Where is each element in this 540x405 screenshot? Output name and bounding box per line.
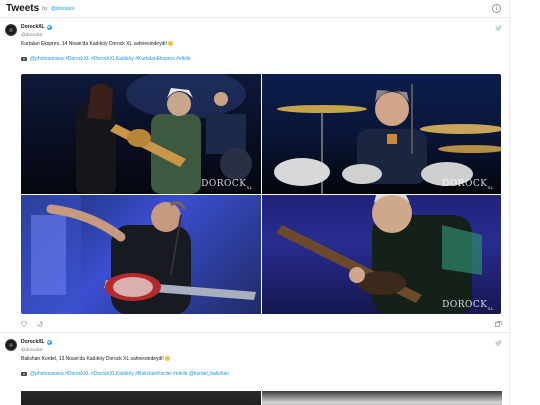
photo-bassist[interactable]: DOROCKXL (262, 195, 501, 314)
photo-watermark: DOROCKXL (201, 179, 253, 190)
tweet-text-content: Kurtalan Ekspres, 14 Nisan'da Kadıköy Do… (21, 41, 167, 47)
camera-icon (21, 57, 27, 61)
author-handle[interactable]: @dorockxl (21, 32, 52, 37)
watermark-text: DOROCK (442, 300, 488, 311)
avatar[interactable] (5, 24, 17, 36)
emoji-icon (164, 356, 170, 361)
twitter-bird-icon[interactable] (495, 25, 502, 31)
watermark-sub: XL (246, 185, 253, 190)
twitter-timeline-widget: Tweets by @dorockxl i DorockXL @dorockxl… (0, 0, 510, 405)
author-name[interactable]: DorockXL (21, 339, 45, 345)
timeline-title: Tweets (6, 3, 40, 14)
info-icon[interactable]: i (492, 4, 501, 13)
tweet-actions (21, 321, 43, 327)
photo-watermark: DOROCKXL (442, 179, 494, 190)
photo-singer-guitar[interactable] (21, 195, 261, 314)
timeline-by: by @dorockxl (42, 6, 74, 12)
photo-performer-bw[interactable] (262, 391, 502, 405)
photo-singer-illustration (21, 195, 256, 314)
tweet-author[interactable]: DorockXL @dorockxl (21, 24, 52, 37)
twitter-bird-icon[interactable] (495, 340, 502, 346)
like-icon[interactable] (21, 321, 27, 327)
author-name[interactable]: DorockXL (21, 24, 45, 30)
photo-drummer-illustration (274, 84, 501, 194)
photo-guitarists-stage[interactable]: DOROCKXL (21, 74, 261, 194)
photo-performer-dark[interactable] (21, 391, 261, 405)
image-stack-icon[interactable] (495, 321, 502, 327)
tweet-hashtags[interactable]: @photosunsea #DorockXL #DorockXLKadıköy … (30, 56, 191, 62)
tweet-hashtags[interactable]: @photosunsea #DorockXL #DorockXLKadıköy … (30, 371, 229, 377)
camera-icon (21, 372, 27, 376)
watermark-text: DOROCK (442, 179, 488, 190)
tweet-author[interactable]: DorockXL @dorockxl (21, 339, 52, 352)
media-grid[interactable] (21, 391, 502, 405)
photo-drummer[interactable]: DOROCKXL (262, 74, 501, 194)
tweet-links: @photosunsea #DorockXL #DorockXLKadıköy … (21, 371, 229, 377)
author-handle[interactable]: @dorockxl (21, 347, 52, 352)
tweet-links: @photosunsea #DorockXL #DorockXLKadıköy … (21, 56, 191, 62)
photo-bassist-illustration (262, 195, 501, 314)
photo-watermark: DOROCKXL (442, 300, 494, 311)
tweet-text: Balishan Kordel, 13 Nisan'da Kadıköy Dor… (21, 356, 170, 362)
watermark-sub: XL (487, 185, 494, 190)
timeline-by-label: by (42, 5, 48, 12)
media-grid[interactable]: DOROCKXL DOROCKXL DOROCKXL (21, 74, 501, 314)
timeline-header: Tweets by @dorockxl i (0, 0, 509, 18)
emoji-icon (167, 41, 173, 46)
watermark-text: DOROCK (201, 179, 247, 190)
share-icon[interactable] (37, 321, 43, 327)
photo-guitarists-illustration (76, 74, 252, 194)
watermark-sub: XL (487, 306, 494, 311)
avatar[interactable] (5, 339, 17, 351)
tweet[interactable]: DorockXL @dorockxl Balishan Kordel, 13 N… (0, 334, 509, 405)
tweet-text: Kurtalan Ekspres, 14 Nisan'da Kadıköy Do… (21, 41, 173, 47)
verified-badge-icon (46, 339, 52, 345)
timeline-handle-link[interactable]: @dorockxl (51, 6, 75, 12)
tweet[interactable]: DorockXL @dorockxl Kurtalan Ekspres, 14 … (0, 19, 509, 333)
tweet-text-content: Balishan Kordel, 13 Nisan'da Kadıköy Dor… (21, 356, 164, 362)
verified-badge-icon (46, 24, 52, 30)
